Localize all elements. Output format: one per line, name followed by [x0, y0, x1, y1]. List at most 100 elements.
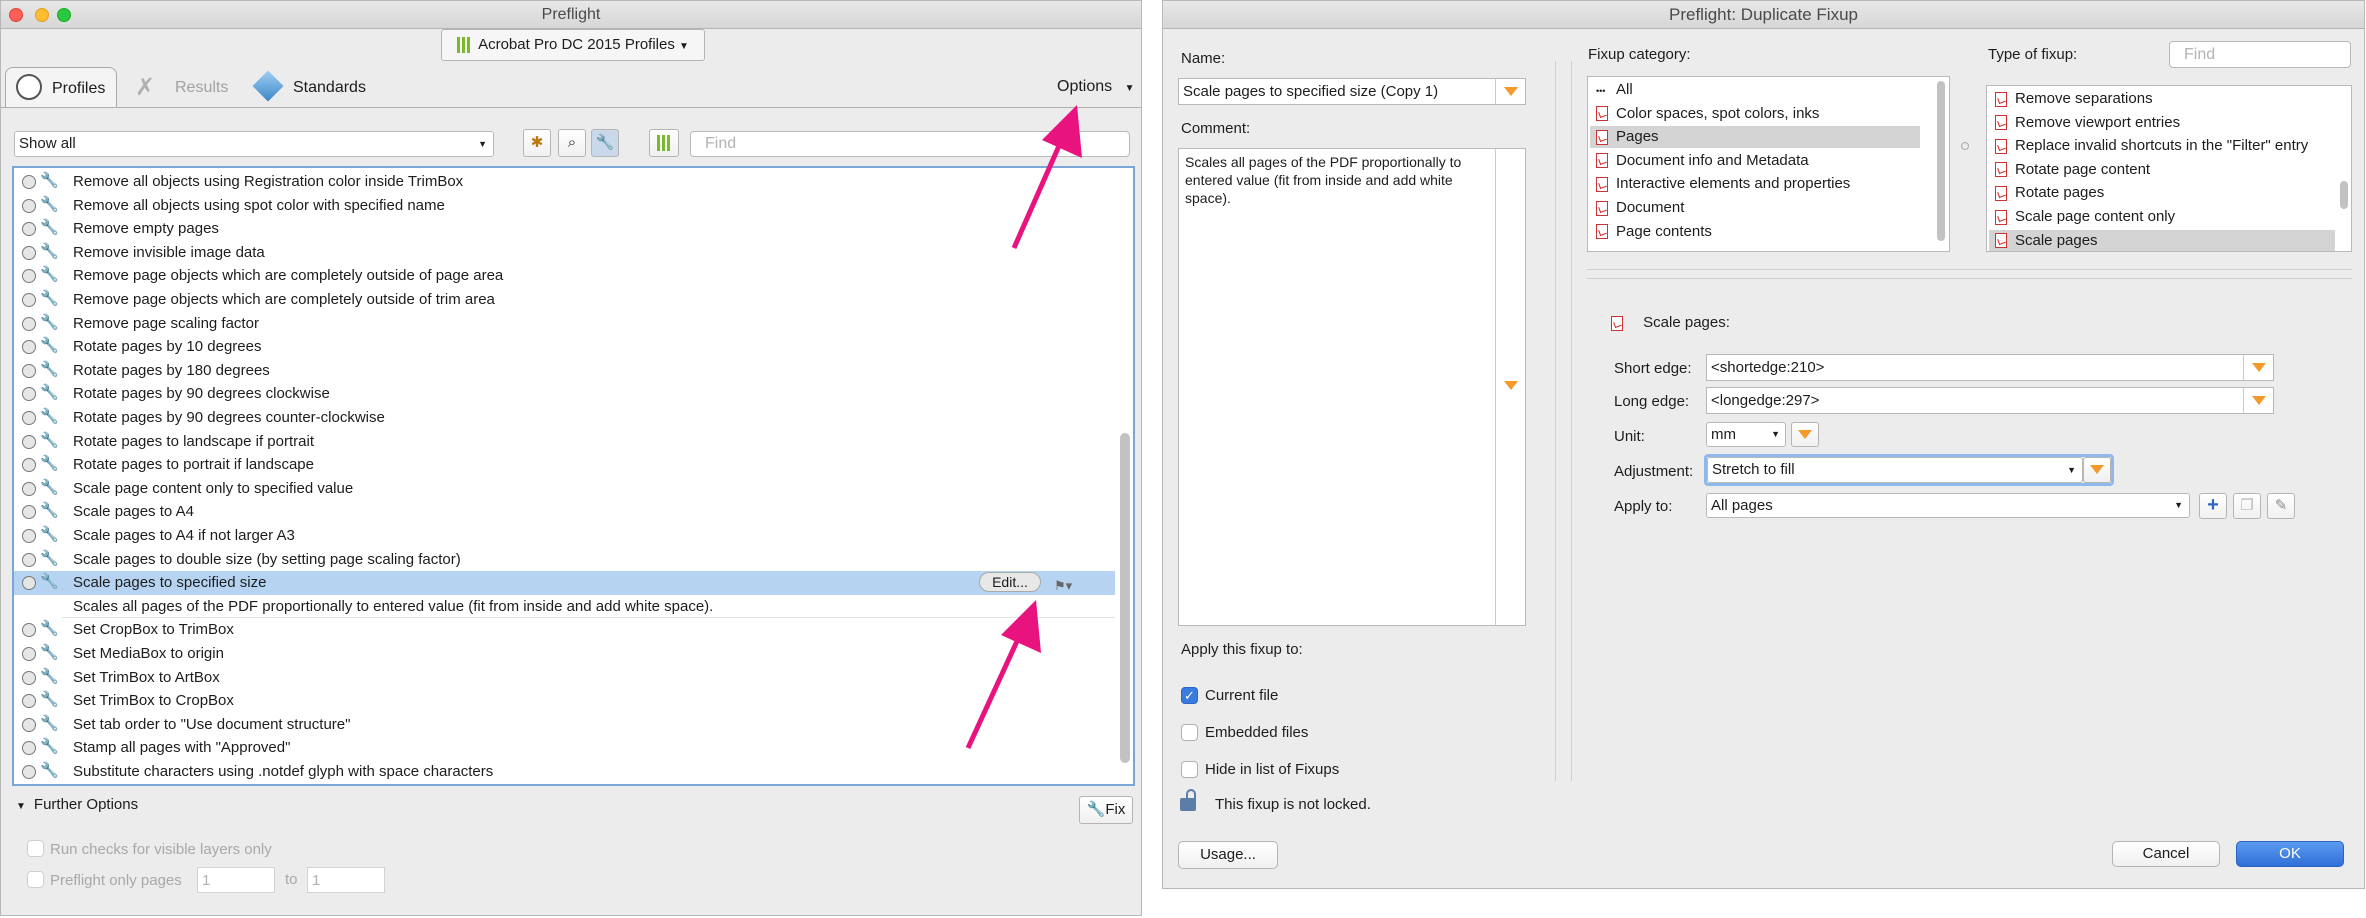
fixup-category-list[interactable]: ••• All Color spaces, spot colors, inks Pag… [1587, 76, 1950, 252]
adjustment-menu-button[interactable] [2083, 457, 2111, 483]
short-edge-input[interactable]: <shortedge:210> [1706, 354, 2274, 381]
fixup-row[interactable]: 🔧 Stamp all pages with "Approved" [14, 736, 1115, 760]
preflight-only-checkbox[interactable] [27, 871, 44, 888]
embedded-files-checkbox[interactable] [1181, 724, 1198, 741]
edit-button[interactable]: Edit... [979, 572, 1041, 593]
splitter-knob[interactable] [1961, 142, 1969, 150]
type-find-input[interactable]: Find [2169, 41, 2351, 68]
minimize-window-button[interactable] [35, 8, 49, 22]
ok-button[interactable]: OK [2236, 841, 2344, 867]
fixup-row[interactable]: 🔧 Remove page objects which are completel… [14, 288, 1115, 312]
fixup-row[interactable]: 🔧 Rotate pages by 180 degrees [14, 359, 1115, 383]
fixup-row[interactable]: 🔧 Remove page scaling factor [14, 312, 1115, 336]
fixup-row[interactable]: 🔧 Rotate pages to portrait if landscape [14, 453, 1115, 477]
fixup-row-selected[interactable]: 🔧 Scale pages to specified size Edit... ⚑▾ [14, 571, 1115, 595]
fixup-row[interactable]: 🔧 Rotate pages by 90 degrees counter-cloc… [14, 406, 1115, 430]
category-item[interactable]: Interactive elements and properties [1590, 173, 1920, 195]
fixup-row[interactable]: 🔧 Scale pages to double size (by setting … [14, 548, 1115, 572]
type-item[interactable]: Replace invalid shortcuts in the "Filter… [1989, 135, 2335, 157]
current-file-checkbox[interactable]: ✓ [1181, 687, 1198, 704]
category-item[interactable]: Document [1590, 197, 1920, 219]
duplicate-page-range-button[interactable]: ❐ [2233, 493, 2261, 519]
fix-button[interactable]: 🔧Fix [1079, 796, 1133, 824]
short-edge-menu[interactable] [2243, 355, 2273, 380]
further-options-toggle[interactable]: ▼ Further Options [16, 796, 138, 813]
category-item[interactable]: Page contents [1590, 221, 1920, 243]
fixup-row[interactable]: 🔧 Set TrimBox to ArtBox [14, 666, 1115, 690]
hide-in-list-checkbox[interactable] [1181, 761, 1198, 778]
category-item[interactable]: Color spaces, spot colors, inks [1590, 103, 1920, 125]
fixup-row[interactable]: 🔧 Remove all objects using spot color wit… [14, 194, 1115, 218]
horizontal-splitter[interactable] [1587, 269, 2352, 279]
tab-standards[interactable]: Standards [252, 70, 375, 103]
usage-button[interactable]: Usage... [1178, 841, 1278, 869]
apply-to-select[interactable]: All pages ▼ [1706, 493, 2190, 518]
tab-results[interactable]: ✗ Results [135, 73, 235, 103]
type-item[interactable]: Remove separations [1989, 88, 2335, 110]
page-to-input[interactable]: 1 [307, 867, 385, 893]
fixup-row[interactable]: 🔧 Remove empty pages [14, 217, 1115, 241]
type-item[interactable]: Remove viewport entries [1989, 112, 2335, 134]
fixup-row[interactable]: 🔧 Remove invisible image data [14, 241, 1115, 265]
category-item[interactable]: Document info and Metadata [1590, 150, 1920, 172]
wrench-icon: 🔧 [40, 219, 59, 237]
type-item-selected[interactable]: Scale pages [1989, 229, 2335, 251]
fixup-list[interactable]: 🔧 Remove all objects using Registration c… [12, 166, 1135, 786]
unit-menu-button[interactable] [1791, 422, 1819, 447]
type-of-fixup-list[interactable]: Remove separations Remove viewport entrie… [1986, 85, 2352, 252]
fixup-row[interactable]: 🔧 Set tab order to "Use document structur… [14, 713, 1115, 737]
fixup-row[interactable]: 🔧 Remove all objects using Registration c… [14, 170, 1115, 194]
fixup-row[interactable]: 🔧 Rotate pages by 10 degrees [14, 335, 1115, 359]
unlocked-lock-icon[interactable] [1180, 789, 1196, 811]
fixup-row[interactable]: 🔧 Set TrimBox to CropBox [14, 689, 1115, 713]
vertical-splitter-2[interactable] [1571, 61, 1572, 781]
type-item[interactable]: Scale page content only [1989, 206, 2335, 228]
find-input[interactable]: Find [690, 131, 1130, 157]
close-window-button[interactable] [9, 8, 23, 22]
profile-library-dropdown[interactable]: Acrobat Pro DC 2015 Profiles ▼ [441, 29, 705, 61]
type-item[interactable]: Rotate pages [1989, 182, 2335, 204]
fixup-row[interactable]: 🔧 Set MediaBox to origin [14, 642, 1115, 666]
ok-button-label: OK [2279, 845, 2301, 862]
comment-menu-button[interactable] [1495, 149, 1525, 625]
unit-select[interactable]: mm ▼ [1706, 422, 1786, 447]
fixup-row[interactable]: 🔧 Scale pages to A4 if not larger A3 [14, 524, 1115, 548]
magnifier-icon [22, 694, 36, 709]
category-scrollbar[interactable] [1937, 81, 1945, 241]
category-item-selected[interactable]: Pages [1590, 126, 1920, 149]
long-edge-menu[interactable] [2243, 388, 2273, 413]
tab-profiles[interactable]: Profiles [5, 67, 117, 107]
list-scrollbar[interactable] [1120, 433, 1130, 763]
fixup-row-label: Rotate pages by 180 degrees [73, 361, 270, 379]
fixup-row[interactable]: 🔧 Rotate pages to landscape if portrait [14, 430, 1115, 454]
name-menu-button[interactable] [1495, 79, 1525, 104]
library-icon[interactable] [649, 129, 679, 157]
filter-checks-icon[interactable]: ⌕ [558, 129, 586, 157]
fixup-row[interactable]: 🔧 Substitute characters using .notdef gly… [14, 760, 1115, 784]
category-label: All [1616, 81, 1633, 98]
fixup-row[interactable]: 🔧 Rotate pages by 90 degrees clockwise [14, 382, 1115, 406]
category-item[interactable]: ••• All [1590, 79, 1920, 101]
type-item[interactable]: Rotate page content [1989, 159, 2335, 181]
edit-page-range-button[interactable]: ✎ [2267, 493, 2295, 519]
page-from-input[interactable]: 1 [197, 867, 275, 893]
options-menu[interactable]: Options ▼ [1057, 78, 1135, 96]
add-page-range-button[interactable]: + [2199, 493, 2227, 519]
name-input[interactable]: Scale pages to specified size (Copy 1) [1178, 78, 1526, 105]
fixup-row[interactable]: 🔧 Scale pages to A4 [14, 500, 1115, 524]
filter-fixups-icon[interactable]: 🔧 [591, 129, 619, 157]
adjustment-select[interactable]: Stretch to fill ▼ [1707, 457, 2083, 483]
cancel-button[interactable]: Cancel [2112, 841, 2220, 867]
fixup-row[interactable]: 🔧 Remove page objects which are completel… [14, 264, 1115, 288]
zoom-window-button[interactable] [57, 8, 71, 22]
fixup-row-label: Scale pages to specified size [73, 574, 267, 592]
filter-profiles-icon[interactable]: ✱ [523, 129, 551, 157]
type-scrollbar[interactable] [2340, 181, 2348, 209]
fixup-row[interactable]: 🔧 Set CropBox to TrimBox [14, 618, 1115, 642]
vertical-splitter[interactable] [1555, 61, 1556, 781]
comment-textarea[interactable]: Scales all pages of the PDF proportional… [1178, 148, 1526, 626]
long-edge-input[interactable]: <longedge:297> [1706, 387, 2274, 414]
filter-select[interactable]: Show all ▼ [14, 131, 494, 157]
run-checks-checkbox[interactable] [27, 840, 44, 857]
fixup-row[interactable]: 🔧 Scale page content only to specified va… [14, 477, 1115, 501]
